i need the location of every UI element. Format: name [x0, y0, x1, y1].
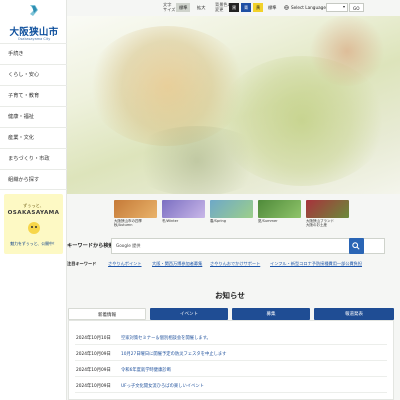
news-link[interactable]: 空家対策セミナー＆個別相談会を開催します。 — [121, 335, 211, 341]
thumbnail-brand[interactable]: 大阪狭山ブランド 大阪のお土産 — [306, 200, 349, 228]
news-list: 2024年10月10日 空家対策セミナー＆個別相談会を開催します。 2024年1… — [68, 320, 394, 400]
nav-item-procedures[interactable]: 手続き — [0, 43, 67, 64]
thumbnail-spring[interactable]: 春/Spring — [210, 200, 253, 228]
thumbnail-spring-caption: 春/Spring — [210, 219, 226, 223]
thumbnail-autumn-caption-2: 秋/Autumn — [114, 223, 133, 228]
city-logo-icon — [30, 5, 38, 16]
thumbnail-winter[interactable]: 冬/Winter — [162, 200, 205, 228]
tab-events[interactable]: イベント — [150, 308, 228, 320]
season-thumbnails: 大阪狭山市の四季 秋/Autumn 冬/Winter 春/Spring 夏/Su… — [114, 200, 350, 230]
nav-item-city-planning[interactable]: まちづくり・市政 — [0, 148, 67, 169]
news-tabs: 新着情報 イベント 募集 報道発表 — [68, 308, 394, 320]
news-link[interactable]: 10月27日曜日に開催予定の防災フェスタを中止します — [121, 351, 226, 357]
bg-color-blue-button[interactable]: 青 — [241, 3, 252, 12]
promo-line-3: 魅力をずぅっと、公開中！ — [10, 241, 57, 246]
keyword-link[interactable]: インフル・新型コロナ予防接種費用一部公費負担 — [270, 261, 362, 267]
sidebar: 大阪狭山市 Osakasayama City 手続き くらし・安心 子育て・教育… — [0, 0, 67, 400]
news-date: 2024年10月09日 — [76, 352, 111, 357]
bg-color-yellow-button[interactable]: 黄 — [253, 3, 264, 12]
news-section-title: お知らせ — [215, 291, 245, 300]
keyword-link[interactable]: さやりんポイント — [108, 261, 142, 267]
font-size-enlarge-button[interactable]: 拡大 — [194, 3, 208, 12]
news-link[interactable]: UFっ子文化開女流ひろばの楽しいイベント — [121, 383, 204, 389]
bg-color-black-button[interactable]: 黒 — [229, 3, 240, 12]
news-item[interactable]: 2024年10月09日 UFっ子文化開女流ひろばの楽しいイベント — [75, 379, 387, 393]
news-item[interactable]: 2024年10月09日 10月27日曜日に開催予定の防災フェスタを中止します — [75, 347, 387, 361]
hero-image — [67, 16, 400, 194]
nav-item-living[interactable]: くらし・安心 — [0, 64, 67, 85]
tab-recruitment[interactable]: 募集 — [232, 308, 310, 320]
promo-banner[interactable]: ずぅっと、 OSAKASAYAMA 魅力をずぅっと、公開中！ — [4, 194, 63, 254]
main-nav: 手続き くらし・安心 子育て・教育 健康・福祉 産業・文化 まちづくり・市政 組… — [0, 43, 67, 190]
site-search: キーワードから検索 Google 提供 — [67, 238, 400, 254]
featured-keywords: 注目キーワード さやりんポイント 大阪・関西万博参加者募集 さやりんおでかけサポ… — [67, 260, 400, 270]
thumbnail-spring-image — [210, 200, 253, 218]
nav-item-health[interactable]: 健康・福祉 — [0, 106, 67, 127]
thumbnail-autumn[interactable]: 大阪狭山市の四季 秋/Autumn — [114, 200, 157, 228]
font-size-label-line-2: サイズ — [163, 6, 176, 12]
utility-bar: 文字 サイズ 標準 拡大 背景色の 変更 黒 青 黄 標準 Select Lan… — [158, 0, 400, 16]
thumbnail-brand-caption-2: 大阪のお土産 — [306, 223, 327, 228]
search-icon — [352, 242, 360, 250]
thumbnail-brand-image — [306, 200, 349, 218]
keywords-label: 注目キーワード — [67, 261, 97, 266]
keyword-link[interactable]: さやりんおでかけサポート — [210, 261, 260, 267]
language-go-button[interactable]: GO — [349, 3, 364, 12]
language-dropdown[interactable]: ▾ — [326, 3, 348, 12]
thumbnail-autumn-caption: 大阪狭山市の四季 秋/Autumn — [114, 219, 157, 228]
thumbnail-brand-caption: 大阪狭山ブランド 大阪のお土産 — [306, 219, 349, 228]
search-label: キーワードから検索 — [67, 243, 114, 249]
font-size-label: 文字 サイズ — [163, 2, 176, 12]
tab-new-info[interactable]: 新着情報 — [68, 308, 146, 320]
search-button[interactable] — [349, 238, 364, 254]
keyword-link[interactable]: 大阪・関西万博参加者募集 — [152, 261, 202, 267]
site-logo-title[interactable]: 大阪狭山市 — [3, 24, 65, 38]
news-item[interactable]: 2024年10月09日 令和6年度就学時健康診断 — [75, 363, 387, 377]
news-date: 2024年10月09日 — [76, 368, 111, 373]
news-link[interactable]: 令和6年度就学時健康診断 — [121, 367, 171, 373]
tab-press-releases[interactable]: 報道発表 — [314, 308, 394, 320]
nav-item-industry[interactable]: 産業・文化 — [0, 127, 67, 148]
thumbnail-summer-image — [258, 200, 301, 218]
news-item[interactable]: 2024年10月10日 空家対策セミナー＆個別相談会を開催します。 — [75, 331, 387, 345]
thumbnail-winter-image — [162, 200, 205, 218]
news-date: 2024年10月10日 — [76, 336, 111, 341]
language-select[interactable]: Select Language — [291, 5, 326, 10]
google-badge: Google 提供 — [116, 243, 141, 248]
promo-line-2: OSAKASAYAMA — [7, 210, 60, 216]
chevron-down-icon: ▾ — [342, 4, 345, 9]
news-date: 2024年10月09日 — [76, 384, 111, 389]
search-input[interactable]: Google 提供 — [111, 238, 385, 254]
nav-item-organization[interactable]: 組織から探す — [0, 169, 67, 190]
thumbnail-winter-caption: 冬/Winter — [162, 219, 179, 223]
nav-item-childcare[interactable]: 子育て・教育 — [0, 85, 67, 106]
bg-color-standard-button[interactable]: 標準 — [265, 3, 279, 12]
globe-icon — [284, 5, 289, 10]
thumbnail-summer-caption: 夏/Summer — [258, 219, 278, 223]
promo-illustration-icon — [28, 222, 40, 234]
thumbnail-summer[interactable]: 夏/Summer — [258, 200, 301, 228]
font-size-standard-button[interactable]: 標準 — [176, 3, 191, 12]
site-logo-subtitle: Osakasayama City — [17, 37, 51, 41]
thumbnail-autumn-image — [114, 200, 157, 218]
promo-line-1: ずぅっと、 — [23, 203, 44, 208]
